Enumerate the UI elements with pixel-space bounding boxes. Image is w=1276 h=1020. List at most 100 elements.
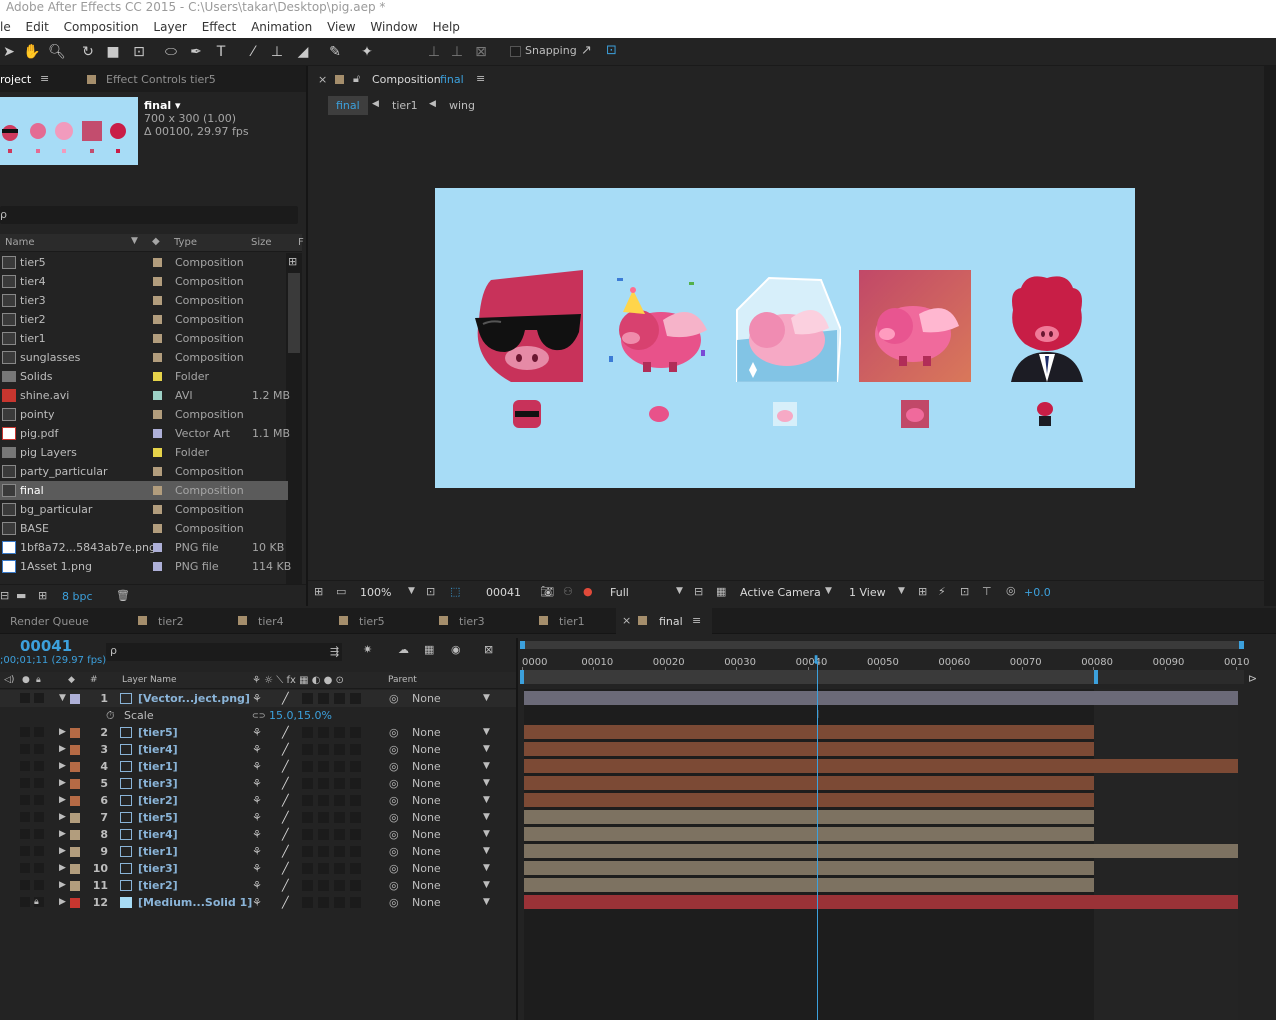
shy-switch-icon[interactable]: ⚘ xyxy=(252,894,262,911)
layer-name[interactable]: [tier5] xyxy=(138,724,178,741)
shy-switch-icon[interactable]: ⚘ xyxy=(252,792,262,809)
column-type[interactable]: Type xyxy=(174,237,197,248)
quality-switch-icon[interactable]: ╱ xyxy=(282,775,289,792)
monitor-icon[interactable]: ▭ xyxy=(336,585,346,598)
label-swatch[interactable] xyxy=(153,410,162,419)
twirl-right-icon[interactable]: ▶ xyxy=(59,758,66,775)
timeline-search-input[interactable]: ρ xyxy=(106,643,342,661)
solo-switch[interactable] xyxy=(20,880,30,890)
menu-help[interactable]: Help xyxy=(433,17,460,38)
parent-dropdown[interactable]: None xyxy=(412,843,441,860)
layer-switch-box[interactable] xyxy=(350,761,361,772)
quality-switch-icon[interactable]: ╱ xyxy=(282,792,289,809)
layer-label-swatch[interactable] xyxy=(70,830,80,840)
column-parent[interactable]: Parent xyxy=(388,672,417,689)
layer-row[interactable]: ▶ 4 [tier1] ⚘ ╱ ◎ None ▼ xyxy=(0,758,516,775)
shy-switch-icon[interactable]: ⚘ xyxy=(252,758,262,775)
exposure-value[interactable]: +0.0 xyxy=(1024,586,1051,599)
time-navigator[interactable] xyxy=(520,641,1244,649)
layer-switch-box[interactable] xyxy=(350,829,361,840)
layer-switch-box[interactable] xyxy=(302,693,313,704)
project-item-tier4[interactable]: tier4 Composition xyxy=(0,272,288,291)
twirl-right-icon[interactable]: ▶ xyxy=(59,741,66,758)
transparency-grid-icon[interactable]: ▦ xyxy=(716,585,726,598)
snap-feather-icon[interactable]: ⊡ xyxy=(606,43,617,58)
tab-tier2[interactable]: tier2 xyxy=(158,615,184,628)
layer-switch-box[interactable] xyxy=(302,778,313,789)
pick-whip-icon[interactable]: ◎ xyxy=(389,758,399,775)
project-item-pig-layers[interactable]: pig Layers Folder xyxy=(0,443,288,462)
layer-name[interactable]: [tier4] xyxy=(138,826,178,843)
lock-switch[interactable] xyxy=(34,727,44,737)
show-snapshot-icon[interactable]: ⚇ xyxy=(563,585,573,598)
chevron-down-icon[interactable]: ▼ xyxy=(483,792,490,809)
lock-switch[interactable]: 🔒︎ xyxy=(34,897,44,907)
layer-switch-box[interactable] xyxy=(334,863,345,874)
layer-switch-box[interactable] xyxy=(350,778,361,789)
tab-tier3[interactable]: tier3 xyxy=(459,615,485,628)
solo-switch[interactable] xyxy=(20,795,30,805)
project-item-sunglasses[interactable]: sunglasses Composition xyxy=(0,348,288,367)
layer-switch-box[interactable] xyxy=(350,846,361,857)
view-axis-icon[interactable]: ⊠ xyxy=(472,43,490,61)
chevron-down-icon[interactable]: ▼ xyxy=(676,586,683,596)
layer-switch-box[interactable] xyxy=(334,897,345,908)
preview-comp-name[interactable]: final ▾ xyxy=(144,99,181,112)
shy-switch-icon[interactable]: ⚘ xyxy=(252,741,262,758)
layer-row[interactable]: ▶ 11 [tier2] ⚘ ╱ ◎ None ▼ xyxy=(0,877,516,894)
label-swatch[interactable] xyxy=(153,448,162,457)
chevron-down-icon[interactable]: ▼ xyxy=(483,724,490,741)
solo-switch[interactable] xyxy=(20,863,30,873)
comp-tab-prefix[interactable]: Composition xyxy=(372,73,441,86)
quality-switch-icon[interactable]: ╱ xyxy=(282,809,289,826)
layer-name[interactable]: [tier5] xyxy=(138,809,178,826)
solo-switch[interactable] xyxy=(20,846,30,856)
layer-switch-box[interactable] xyxy=(350,863,361,874)
layer-switch-box[interactable] xyxy=(318,727,329,738)
layer-switch-box[interactable] xyxy=(318,829,329,840)
selection-tool-icon[interactable]: ➤ xyxy=(0,43,18,61)
comp-tab-name[interactable]: final xyxy=(440,73,464,86)
always-preview-icon[interactable]: ⊞ xyxy=(314,585,323,598)
project-item-1asset-1-png[interactable]: 1Asset 1.png PNG file 114 KB xyxy=(0,557,291,576)
tab-final-active[interactable]: × final ≡ xyxy=(616,608,712,634)
pan-behind-tool-icon[interactable]: ⊡ xyxy=(130,43,148,61)
eraser-tool-icon[interactable]: ◢ xyxy=(294,43,312,61)
quality-switch-icon[interactable]: ╱ xyxy=(282,894,289,911)
menu-window[interactable]: Window xyxy=(370,17,417,38)
layer-switch-box[interactable] xyxy=(318,744,329,755)
layer-switch-box[interactable] xyxy=(334,846,345,857)
fit-icon[interactable]: ⊡ xyxy=(426,585,435,598)
tab-render-queue[interactable]: Render Queue xyxy=(10,615,89,628)
frame-blending-icon[interactable]: ▦ xyxy=(424,643,434,656)
lock-switch[interactable] xyxy=(34,812,44,822)
chevron-down-icon[interactable]: ▼ xyxy=(898,586,905,596)
lock-icon[interactable]: 🔓︎ xyxy=(353,72,360,86)
layer-duration-bar[interactable] xyxy=(524,725,1094,739)
layer-duration-bar[interactable] xyxy=(524,827,1094,841)
layer-switch-box[interactable] xyxy=(334,812,345,823)
lock-switch[interactable] xyxy=(34,863,44,873)
flowchart-icon[interactable]: ⊞ xyxy=(288,255,297,268)
layer-row[interactable]: ▶ 3 [tier4] ⚘ ╱ ◎ None ▼ xyxy=(0,741,516,758)
rotate-tool-icon[interactable]: ↻ xyxy=(79,43,97,61)
shy-layers-icon[interactable]: ☁ xyxy=(398,643,409,656)
layer-switch-box[interactable] xyxy=(318,863,329,874)
layer-duration-bar[interactable] xyxy=(524,878,1094,892)
zoom-tool-icon[interactable]: 🔍︎ xyxy=(48,43,66,61)
layer-switch-box[interactable] xyxy=(350,897,361,908)
shy-switch-icon[interactable]: ⚘ xyxy=(252,724,262,741)
interpret-footage-icon[interactable]: ⊟ xyxy=(0,589,9,602)
brush-tool-icon[interactable]: ⁄ xyxy=(244,43,262,61)
tab-tier5[interactable]: tier5 xyxy=(359,615,385,628)
twirl-right-icon[interactable]: ▶ xyxy=(59,826,66,843)
layer-switch-box[interactable] xyxy=(302,863,313,874)
scale-value[interactable]: 15.0,15.0% xyxy=(269,707,332,724)
view-layout-dropdown[interactable]: 1 View xyxy=(849,586,886,599)
twirl-down-icon[interactable]: ▼ xyxy=(59,690,66,707)
tab-effect-controls[interactable]: Effect Controls tier5 xyxy=(106,73,216,86)
layer-switch-box[interactable] xyxy=(334,778,345,789)
quality-switch-icon[interactable]: ╱ xyxy=(282,690,289,707)
chevron-down-icon[interactable]: ▼ xyxy=(483,741,490,758)
project-item-tier1[interactable]: tier1 Composition xyxy=(0,329,288,348)
